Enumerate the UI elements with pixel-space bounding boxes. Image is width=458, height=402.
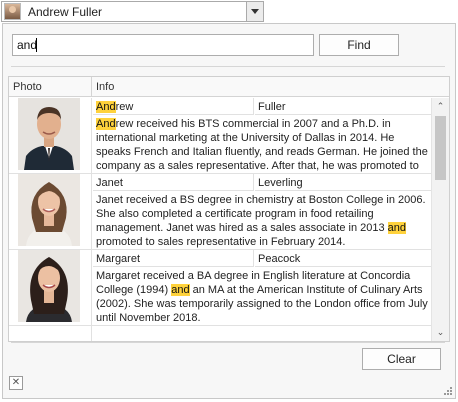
scroll-down-icon[interactable]: ⌄ bbox=[432, 324, 449, 341]
table-row[interactable] bbox=[9, 326, 431, 341]
employee-photo bbox=[18, 174, 80, 246]
divider bbox=[11, 66, 445, 67]
notes-cell: Janet received a BS degree in chemistry … bbox=[96, 193, 429, 249]
search-highlight: and bbox=[387, 222, 407, 234]
table-row[interactable]: Margaret Peacock Margaret received a BA … bbox=[9, 250, 431, 326]
last-name-cell: Fuller bbox=[255, 98, 431, 115]
text-caret bbox=[36, 38, 37, 52]
notes-cell: Margaret received a BA degree in English… bbox=[96, 269, 429, 325]
first-name-cell: Andrew bbox=[93, 98, 254, 115]
clear-button[interactable]: Clear bbox=[362, 348, 441, 370]
table-row[interactable]: Andrew Fuller Andrew received his BTS co… bbox=[9, 98, 431, 174]
notes-text: Janet received a BS degree in chemistry … bbox=[96, 194, 426, 234]
search-highlight: And bbox=[96, 101, 116, 113]
resize-grip-icon[interactable] bbox=[443, 386, 452, 395]
close-icon[interactable]: ✕ bbox=[9, 376, 23, 390]
divider bbox=[11, 342, 445, 343]
grid-header: Photo Info bbox=[9, 77, 449, 97]
last-name-cell: Peacock bbox=[255, 250, 431, 267]
first-name-pre: Janet bbox=[96, 177, 123, 189]
search-highlight: And bbox=[96, 118, 116, 130]
first-name-pre: Margaret bbox=[96, 253, 141, 265]
find-button[interactable]: Find bbox=[319, 34, 399, 56]
column-header-info[interactable]: Info bbox=[92, 77, 431, 97]
employee-photo bbox=[18, 250, 80, 322]
employee-photo bbox=[18, 98, 80, 170]
scrollbar-thumb[interactable] bbox=[435, 116, 446, 180]
combo-value: Andrew Fuller bbox=[28, 4, 103, 19]
notes-cell: Andrew received his BTS commercial in 20… bbox=[96, 117, 429, 173]
search-input[interactable] bbox=[12, 34, 314, 56]
notes-text: rew received his BTS commercial in 2007 … bbox=[96, 118, 428, 172]
first-name-post: rew bbox=[115, 101, 134, 113]
photo-cell bbox=[9, 326, 92, 341]
person-photo-icon bbox=[4, 3, 21, 20]
employees-grid: Photo Info Andrew Fuller Andrew received… bbox=[8, 76, 450, 342]
photo-cell bbox=[9, 250, 92, 325]
first-name-cell: Janet bbox=[93, 174, 254, 191]
lookup-popup: Find Photo Info bbox=[2, 23, 456, 399]
employee-lookup-combo[interactable]: Andrew Fuller bbox=[1, 1, 264, 22]
table-row[interactable]: Janet Leverling Janet received a BS degr… bbox=[9, 174, 431, 250]
column-header-photo[interactable]: Photo bbox=[9, 77, 92, 97]
photo-cell bbox=[9, 174, 92, 249]
first-name-cell: Margaret bbox=[93, 250, 254, 267]
scroll-up-icon[interactable]: ⌃ bbox=[432, 98, 449, 115]
vertical-scrollbar[interactable]: ⌃ ⌄ bbox=[431, 98, 449, 341]
chevron-down-icon[interactable] bbox=[246, 2, 263, 21]
notes-text: promoted to sales representative in Febr… bbox=[96, 236, 346, 248]
search-highlight: and bbox=[171, 284, 190, 296]
last-name-cell: Leverling bbox=[255, 174, 431, 191]
photo-cell bbox=[9, 98, 92, 173]
